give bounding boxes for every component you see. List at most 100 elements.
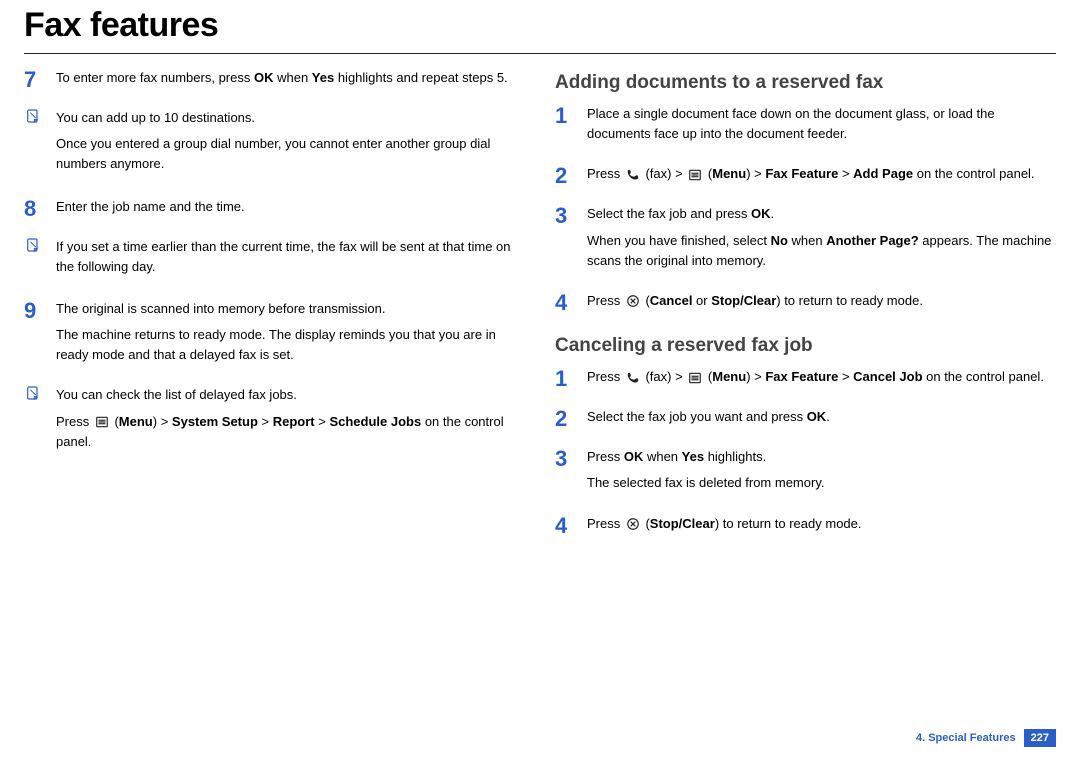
step-body: Select the fax job you want and press OK… [587,407,830,433]
text: highlights. [704,449,766,464]
step-number: 2 [555,407,573,433]
add-step-2: 2 Press (fax) > (Menu) > Fax Feature > A… [555,164,1056,190]
step-body: Press (fax) > (Menu) > Fax Feature > Can… [587,367,1044,393]
title-divider [24,53,1056,54]
text-bold: Another Page? [826,233,918,248]
text: when [643,449,681,464]
stop-icon [626,294,640,308]
left-column: 7 To enter more fax numbers, press OK wh… [24,68,525,554]
text: on the control panel. [923,369,1044,384]
text: . [826,409,830,424]
text-bold: Add Page [853,166,913,181]
cancel-step-1: 1 Press (fax) > (Menu) > Fax Feature > C… [555,367,1056,393]
right-column: Adding documents to a reserved fax 1 Pla… [555,68,1056,554]
page-title: Fax features [24,0,1056,53]
text: ) > [746,166,765,181]
step-body: Enter the job name and the time. [56,197,245,223]
text: ) to return to ready mode. [776,293,923,308]
text: > [258,414,273,429]
step-7: 7 To enter more fax numbers, press OK wh… [24,68,525,94]
text: ( [642,516,650,531]
note-block: If you set a time earlier than the curre… [24,237,525,283]
text: when [273,70,311,85]
text: Enter the job name and the time. [56,197,245,217]
text: > [315,414,330,429]
text-bold: Menu [119,414,153,429]
text: (fax) > [642,166,686,181]
text: Select the fax job you want and press [587,409,807,424]
text: or [692,293,711,308]
note-body: If you set a time earlier than the curre… [56,237,525,283]
step-body: Press (Cancel or Stop/Clear) to return t… [587,291,923,317]
text: You can add up to 10 destinations. [56,108,525,128]
menu-icon [688,168,702,182]
step-9: 9 The original is scanned into memory be… [24,299,525,371]
menu-icon [688,371,702,385]
text: (fax) > [642,369,686,384]
step-8: 8 Enter the job name and the time. [24,197,525,223]
text-bold: Menu [712,369,746,384]
text: > [838,369,853,384]
text-bold: OK [751,206,771,221]
text: ) to return to ready mode. [715,516,862,531]
text: Press [587,369,624,384]
text-bold: Stop/Clear [650,516,715,531]
step-number: 4 [555,514,573,540]
add-step-1: 1 Place a single document face down on t… [555,104,1056,150]
text: highlights and repeat steps 5. [334,70,507,85]
text: Place a single document face down on the… [587,104,1056,144]
cancel-step-2: 2 Select the fax job you want and press … [555,407,1056,433]
step-number: 4 [555,291,573,317]
step-number: 7 [24,68,42,94]
page-number: 227 [1024,729,1056,747]
chapter-label: 4. Special Features [916,732,1016,744]
step-body: Press (fax) > (Menu) > Fax Feature > Add… [587,164,1035,190]
text: Press [587,516,624,531]
text: when [788,233,826,248]
step-body: Place a single document face down on the… [587,104,1056,150]
section-heading-adding: Adding documents to a reserved fax [555,72,1056,94]
section-heading-canceling: Canceling a reserved fax job [555,335,1056,357]
text: When you have finished, select [587,233,771,248]
step-body: Press OK when Yes highlights. The select… [587,447,824,499]
note-block: You can check the list of delayed fax jo… [24,385,525,457]
step-number: 3 [555,204,573,276]
note-body: You can add up to 10 destinations. Once … [56,108,525,180]
text-bold: Fax Feature [765,369,838,384]
text-bold: Yes [682,449,704,464]
text: If you set a time earlier than the curre… [56,237,525,277]
note-icon [24,385,42,457]
step-number: 2 [555,164,573,190]
text-bold: Yes [312,70,334,85]
text: Press [587,166,624,181]
step-body: Select the fax job and press OK. When yo… [587,204,1056,276]
step-body: To enter more fax numbers, press OK when… [56,68,508,94]
text: ) > [746,369,765,384]
text: ( [642,293,650,308]
text-bold: Menu [712,166,746,181]
fax-icon [626,371,640,385]
text-bold: OK [624,449,644,464]
menu-icon [95,415,109,429]
manual-page: Fax features 7 To enter more fax numbers… [0,0,1080,763]
text: Press [587,293,624,308]
text-bold: Schedule Jobs [329,414,421,429]
stop-icon [626,517,640,531]
text-bold: System Setup [172,414,258,429]
step-number: 9 [24,299,42,371]
text: The machine returns to ready mode. The d… [56,325,525,365]
text: The selected fax is deleted from memory. [587,473,824,493]
note-icon [24,237,42,283]
text-bold: Fax Feature [765,166,838,181]
text: Once you entered a group dial number, yo… [56,134,525,174]
text: on the control panel. [913,166,1034,181]
fax-icon [626,168,640,182]
text: You can check the list of delayed fax jo… [56,385,525,405]
text-bold: Stop/Clear [711,293,776,308]
note-block: You can add up to 10 destinations. Once … [24,108,525,180]
step-body: Press (Stop/Clear) to return to ready mo… [587,514,862,540]
text: To enter more fax numbers, press [56,70,254,85]
text: > [838,166,853,181]
text: Press [587,449,624,464]
add-step-4: 4 Press (Cancel or Stop/Clear) to return… [555,291,1056,317]
